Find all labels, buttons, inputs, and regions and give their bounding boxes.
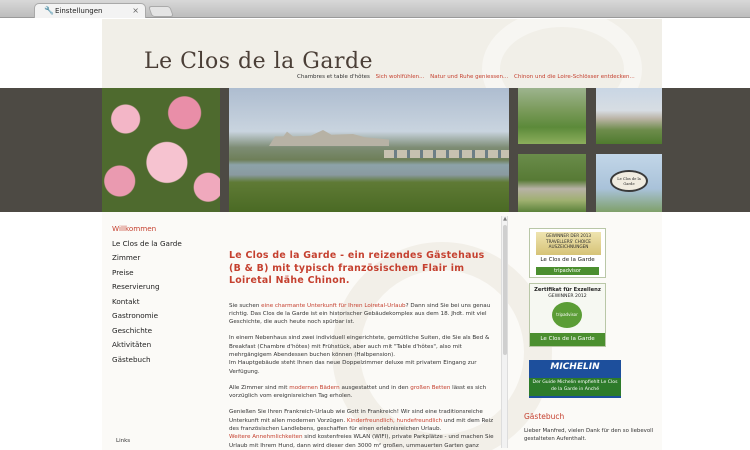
- menu-item-willkommen[interactable]: Willkommen: [112, 222, 212, 237]
- menu-item-preise[interactable]: Preise: [112, 266, 212, 281]
- scroll-up-arrow-icon[interactable]: ▲: [502, 216, 508, 223]
- certificate-excellence-badge[interactable]: Zertifikat für Exzellenz GEWINNER 2012 t…: [529, 283, 606, 347]
- menu-item-aktivitaeten[interactable]: Aktivitäten: [112, 338, 212, 353]
- betten-link[interactable]: großen Betten: [410, 385, 450, 391]
- travellers-choice-badge[interactable]: GEWINNER DER 2013 TRAVELLERS' CHOICE AUS…: [529, 228, 606, 278]
- top-nav: Chambres et table d'hôtes Sich wohlfühle…: [297, 74, 635, 80]
- article-paragraph-1: Sie suchen eine charmante Unterkunft für…: [229, 302, 497, 327]
- tripadvisor-owl-icon: tripadvisor: [552, 302, 582, 328]
- baeder-link[interactable]: modernen Bädern: [289, 385, 339, 391]
- roses-photo: [102, 88, 220, 212]
- nav-link-chinon[interactable]: Chinon und die Loire-Schlösser entdecken…: [514, 74, 635, 80]
- sign-photo: Le Clos de la Garde: [596, 154, 662, 212]
- close-icon[interactable]: ×: [132, 6, 139, 15]
- menu-item-gastronomie[interactable]: Gastronomie: [112, 309, 212, 324]
- bridge-shape: [384, 150, 509, 158]
- menu-item-gaestebuch[interactable]: Gästebuch: [112, 353, 212, 368]
- p1-text-a: Sie suchen: [229, 302, 262, 309]
- house-sign: Le Clos de la Garde: [610, 170, 648, 192]
- nav-home-link[interactable]: Chambres et table d'hôtes: [297, 74, 370, 80]
- michelin-logo: MICHELIN: [550, 362, 600, 372]
- scroll-thumb[interactable]: [503, 225, 507, 355]
- guestbook-excerpt: Lieber Manfred, vielen Dank für den so l…: [524, 428, 654, 442]
- p3-text-b: ausgestattet und in den: [339, 384, 411, 391]
- unterkunft-link[interactable]: eine charmante Unterkunft für Ihren Loir…: [261, 303, 405, 309]
- nav-link-natur[interactable]: Natur und Ruhe geniessen...: [430, 74, 508, 80]
- house-photo: [596, 88, 662, 144]
- menu-item-clos-de-la-garde[interactable]: Le Clos de la Garde: [112, 237, 212, 252]
- right-margin: [662, 19, 750, 450]
- garden-photo: [518, 88, 586, 144]
- browser-tab[interactable]: 🔧 Einstellungen ×: [34, 3, 146, 18]
- michelin-caption: Der Guide Michelin empfiehlt Le Clos de …: [529, 378, 621, 396]
- article-paragraph-4: Genießen Sie Ihren Frankreich-Urlaub wie…: [229, 408, 497, 450]
- new-tab-button[interactable]: [147, 6, 175, 17]
- menu-item-kontakt[interactable]: Kontakt: [112, 295, 212, 310]
- guestbook-heading[interactable]: Gästebuch: [524, 412, 564, 421]
- browser-tab-bar: 🔧 Einstellungen ×: [0, 0, 750, 18]
- castle-loire-photo: [229, 88, 509, 212]
- tab-title: Einstellungen: [55, 7, 103, 15]
- menu-item-reservierung[interactable]: Reservierung: [112, 280, 212, 295]
- left-margin: [0, 19, 102, 450]
- certificate-year: GEWINNER 2012: [548, 294, 587, 299]
- sign-text: Le Clos de la Garde: [617, 177, 641, 186]
- article-paragraph-2: In einem Nebenhaus sind zwei individuell…: [229, 335, 490, 358]
- kinderfreundlich-link[interactable]: Kinderfreundlich, hundefreundlich: [347, 418, 442, 424]
- certificate-name-bar: Le Clos de la Garde: [530, 333, 605, 346]
- content-scrollbar[interactable]: ▲: [501, 216, 508, 448]
- path-photo: [518, 154, 586, 212]
- menu-item-zimmer[interactable]: Zimmer: [112, 251, 212, 266]
- tripadvisor-bar: tripadvisor: [536, 267, 599, 275]
- certificate-title: Zertifikat für Exzellenz: [534, 287, 601, 293]
- menu-item-geschichte[interactable]: Geschichte: [112, 324, 212, 339]
- article-headline: Le Clos de la Garde - ein reizendes Gäst…: [229, 250, 485, 286]
- wrench-icon: 🔧: [44, 6, 54, 15]
- travellers-choice-name: Le Clos de la Garde: [540, 257, 595, 263]
- links-heading[interactable]: Links: [116, 438, 130, 444]
- michelin-badge[interactable]: MICHELIN Der Guide Michelin empfiehlt Le…: [529, 360, 621, 398]
- castle-silhouette: [269, 130, 389, 146]
- nav-link-wohlfuehlen[interactable]: Sich wohlfühlen...: [376, 74, 425, 80]
- annehmlichkeiten-link[interactable]: Weitere Annehmlichkeiten: [229, 434, 303, 440]
- site-logo[interactable]: Le Clos de la Garde: [144, 49, 373, 74]
- welcome-article: Le Clos de la Garde - ein reizendes Gäst…: [229, 250, 497, 450]
- travellers-choice-banner: GEWINNER DER 2013 TRAVELLERS' CHOICE AUS…: [536, 232, 601, 255]
- article-paragraph-3: Alle Zimmer sind mit modernen Bädern aus…: [229, 384, 497, 401]
- p3-text-a: Alle Zimmer sind mit: [229, 384, 290, 391]
- article-paragraph-2b: Im Hauptgebäude steht Ihnen das neue Dop…: [229, 360, 477, 375]
- sidebar-menu: Willkommen Le Clos de la Garde Zimmer Pr…: [112, 222, 212, 367]
- site-header: Le Clos de la Garde Chambres et table d'…: [102, 19, 662, 88]
